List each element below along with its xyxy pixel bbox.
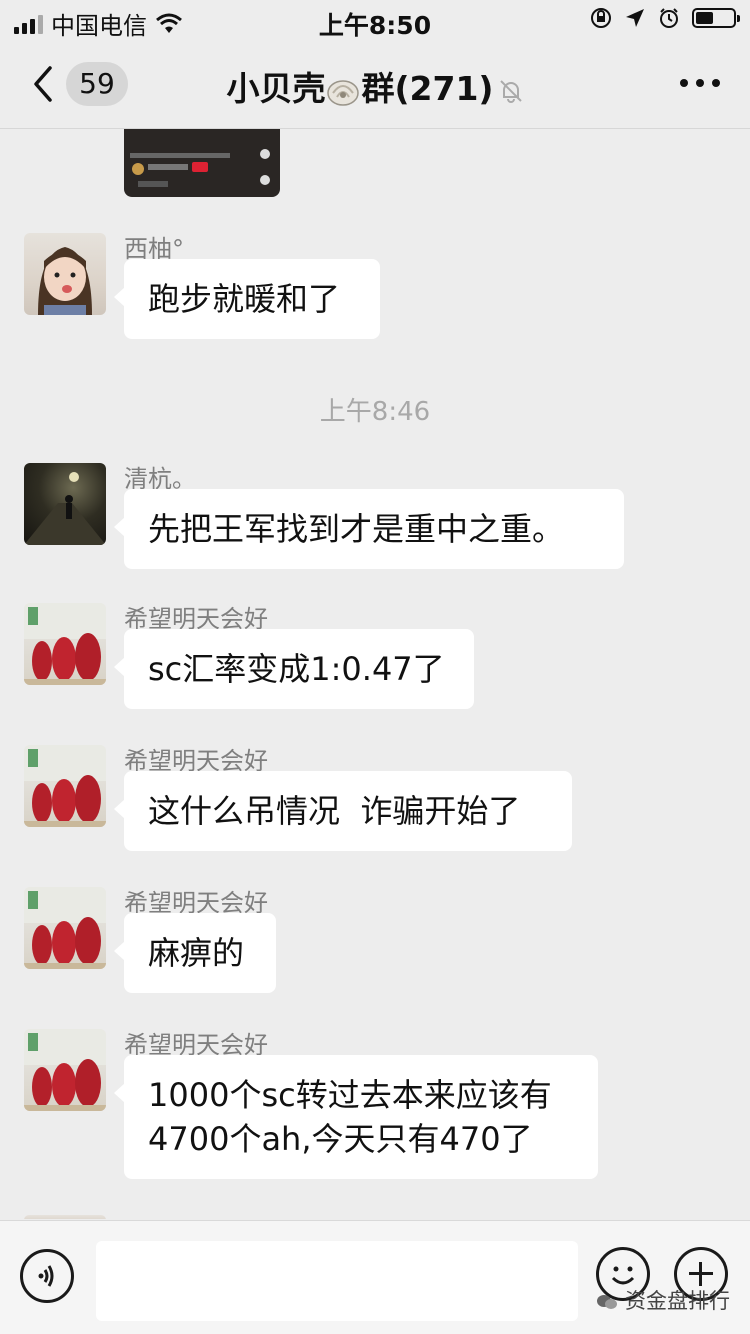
- message-input[interactable]: [96, 1241, 578, 1321]
- location-icon: [626, 9, 644, 27]
- input-bar: 资金盘排行: [0, 1220, 750, 1334]
- video-thumbnail[interactable]: [124, 129, 280, 197]
- message-bubble[interactable]: 这什么吊情况 诈骗开始了: [114, 771, 572, 851]
- avatar-bottles-image: [24, 887, 106, 969]
- message-bubble[interactable]: 1000个sc转过去本来应该有 4700个ah,今天只有470了: [114, 1055, 598, 1179]
- more-button[interactable]: [680, 68, 720, 98]
- message-bubble[interactable]: sc汇率变成1:0.47了: [114, 629, 474, 709]
- more-icon-dot: [696, 79, 704, 87]
- chat-title[interactable]: 小贝壳 群(271): [0, 62, 750, 110]
- message-list[interactable]: 西柚° 跑步就暖和了 上午8:46 清杭。 先把王军找到才是重中之重。 希望明天…: [0, 129, 750, 1219]
- avatar-bottles-image: [24, 745, 106, 827]
- message-bubble[interactable]: 麻痹的: [114, 913, 276, 993]
- timestamp: 上午8:46: [319, 397, 431, 427]
- bell-off-icon: [499, 79, 522, 103]
- avatar-bottles-image: [24, 603, 106, 685]
- avatar-night-image: [24, 472, 106, 545]
- status-bar: 中国电信 上午8:50: [0, 0, 750, 40]
- message-bubble[interactable]: 跑步就暖和了: [114, 259, 380, 339]
- avatar[interactable]: [24, 603, 106, 685]
- more-icon-dot: [712, 79, 720, 87]
- status-right: [590, 7, 740, 29]
- watermark-label: 资金盘排行: [625, 1289, 730, 1313]
- avatar[interactable]: [24, 887, 106, 969]
- chat-screen: 中国电信 上午8:50 59 小贝壳 群(271) 西柚° 跑步就暖和了 上午8…: [0, 0, 750, 1334]
- watermark: 资金盘排行: [596, 1285, 730, 1315]
- message-bubble[interactable]: 先把王军找到才是重中之重。: [114, 489, 624, 569]
- avatar-girl-image: [38, 247, 92, 315]
- battery-icon: [692, 8, 740, 28]
- shell-emoji-icon: [327, 79, 360, 106]
- avatar[interactable]: [24, 1215, 106, 1219]
- chat-title-count: 群(271): [361, 69, 494, 108]
- orientation-lock-icon: [591, 8, 611, 28]
- avatar[interactable]: [24, 233, 106, 315]
- more-icon-dot: [680, 79, 688, 87]
- message-line: 1000个sc转过去本来应该有: [148, 1076, 552, 1114]
- alarm-icon: [660, 8, 678, 28]
- avatar[interactable]: [24, 1029, 106, 1111]
- voice-button[interactable]: [20, 1249, 74, 1303]
- wechat-icon: [597, 1295, 618, 1309]
- message-line: 4700个ah,今天只有470了: [148, 1120, 533, 1158]
- avatar[interactable]: [24, 463, 106, 545]
- avatar-bottles-image: [24, 1029, 106, 1111]
- avatar[interactable]: [24, 745, 106, 827]
- nav-bar: 59 小贝壳 群(271): [0, 40, 750, 129]
- voice-icon: [38, 1265, 54, 1287]
- chat-title-name: 小贝壳: [226, 69, 326, 108]
